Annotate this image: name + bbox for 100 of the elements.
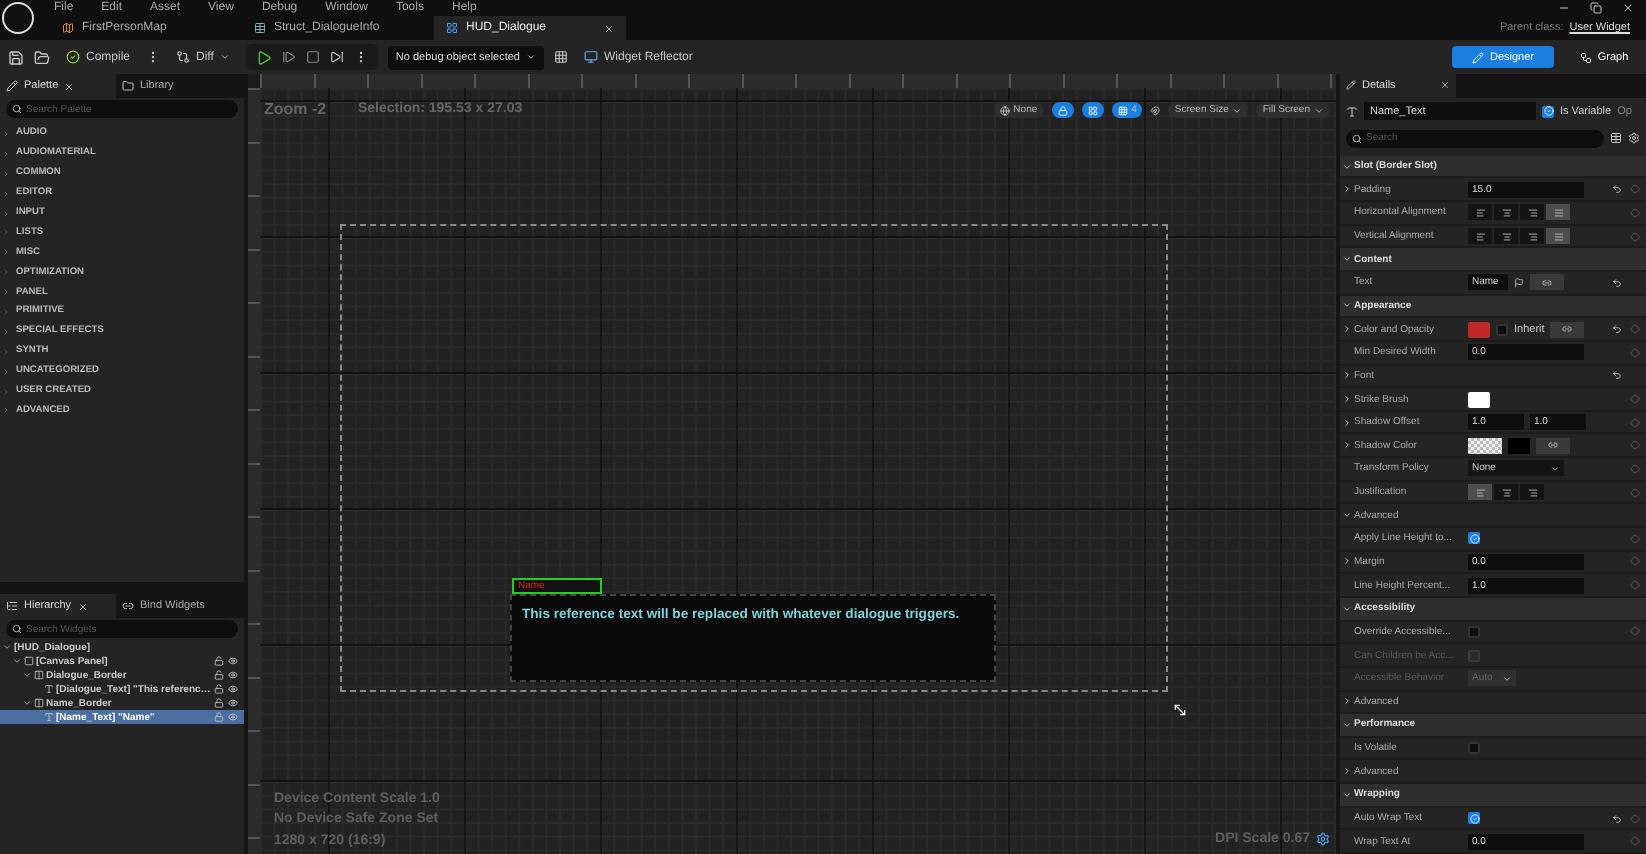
check-icon bbox=[1469, 813, 1479, 824]
color-swatch[interactable] bbox=[1468, 437, 1502, 454]
chevron-down-icon bbox=[526, 52, 536, 62]
reset-icon[interactable] bbox=[1612, 184, 1622, 195]
table-icon[interactable] bbox=[1610, 132, 1622, 145]
tab-icon bbox=[6, 600, 18, 612]
reset-icon[interactable] bbox=[1612, 813, 1622, 824]
alignment-button[interactable] bbox=[1546, 204, 1570, 221]
checkbox[interactable] bbox=[1542, 105, 1554, 118]
pencil-icon bbox=[1471, 51, 1484, 63]
reset-icon[interactable] bbox=[1612, 277, 1622, 288]
link-icon bbox=[1542, 277, 1552, 288]
layout-icon bbox=[1087, 105, 1098, 115]
alignment-icon bbox=[1501, 231, 1511, 242]
check-icon bbox=[1543, 106, 1553, 117]
alignment-button[interactable] bbox=[1468, 228, 1492, 245]
color-swatch[interactable] bbox=[1468, 321, 1490, 338]
widget-icon bbox=[34, 698, 44, 708]
checkbox[interactable] bbox=[1496, 323, 1508, 336]
link-icon bbox=[1548, 440, 1558, 451]
checkbox[interactable] bbox=[1468, 742, 1480, 755]
link-icon bbox=[1562, 324, 1573, 335]
play-icon[interactable] bbox=[255, 49, 272, 65]
alignment-button[interactable] bbox=[1494, 228, 1518, 245]
widget-icon bbox=[34, 670, 44, 680]
alignment-button[interactable] bbox=[1494, 484, 1518, 501]
settings-icon[interactable] bbox=[1316, 832, 1330, 847]
pencil-icon bbox=[1346, 80, 1356, 91]
minimize-icon[interactable] bbox=[1558, 2, 1570, 14]
tab-icon bbox=[122, 80, 134, 92]
bind-button[interactable] bbox=[1530, 274, 1564, 291]
tab-icon bbox=[254, 22, 266, 34]
check-icon bbox=[1469, 533, 1479, 544]
graph-icon bbox=[1579, 51, 1592, 63]
globe-icon bbox=[999, 105, 1010, 115]
bind-button[interactable] bbox=[1536, 437, 1570, 454]
unlock-icon[interactable] bbox=[214, 656, 224, 666]
eye-icon[interactable] bbox=[228, 670, 238, 680]
brush-swatch[interactable] bbox=[1468, 391, 1490, 407]
checkbox[interactable] bbox=[1468, 625, 1480, 638]
alignment-button[interactable] bbox=[1494, 204, 1518, 221]
alignment-icon bbox=[1501, 487, 1511, 498]
close-icon[interactable] bbox=[1622, 2, 1634, 14]
resize-handle-icon[interactable] bbox=[1172, 702, 1188, 718]
checkbox[interactable] bbox=[1468, 532, 1480, 545]
lock-icon bbox=[1057, 105, 1068, 115]
check-icon bbox=[66, 50, 80, 64]
alignment-icon bbox=[1475, 207, 1485, 218]
save-icon[interactable] bbox=[8, 49, 24, 65]
alignment-button[interactable] bbox=[1468, 484, 1492, 501]
stop-icon[interactable] bbox=[305, 50, 320, 64]
alignment-icon bbox=[1527, 207, 1537, 218]
alignment-icon bbox=[1553, 207, 1563, 218]
diff-icon bbox=[176, 50, 191, 64]
alignment-button[interactable] bbox=[1520, 228, 1544, 245]
text-icon bbox=[1346, 105, 1358, 118]
settings-icon[interactable] bbox=[1628, 132, 1640, 145]
tab-icon bbox=[62, 22, 74, 34]
checkbox[interactable] bbox=[1468, 812, 1480, 825]
grid-icon[interactable] bbox=[554, 50, 568, 64]
step-icon[interactable] bbox=[281, 50, 296, 64]
folder-icon[interactable] bbox=[34, 49, 50, 65]
alignment-button[interactable] bbox=[1468, 204, 1492, 221]
chevron-down-icon bbox=[1314, 105, 1324, 115]
alignment-button[interactable] bbox=[1520, 204, 1544, 221]
eye-icon[interactable] bbox=[228, 698, 238, 708]
alignment-button[interactable] bbox=[1546, 228, 1570, 245]
eye-icon[interactable] bbox=[228, 684, 238, 694]
alignment-icon bbox=[1475, 231, 1485, 242]
widget-icon bbox=[24, 656, 34, 666]
chevron-down-icon bbox=[1232, 105, 1243, 115]
alignment-icon bbox=[1553, 231, 1563, 242]
chevron-down-icon bbox=[1502, 673, 1512, 684]
restore-icon[interactable] bbox=[1590, 2, 1602, 14]
reset-icon[interactable] bbox=[1612, 324, 1622, 335]
bind-button[interactable] bbox=[1550, 321, 1585, 338]
text-icon bbox=[44, 712, 54, 722]
unlock-icon[interactable] bbox=[214, 670, 224, 680]
reset-icon[interactable] bbox=[1612, 370, 1622, 381]
tab-icon bbox=[446, 22, 458, 34]
tab-icon bbox=[6, 80, 18, 92]
eye-icon[interactable] bbox=[228, 656, 238, 666]
alignment-icon bbox=[1475, 487, 1485, 498]
layout-toggle[interactable] bbox=[1081, 102, 1104, 118]
lock-toggle[interactable] bbox=[1051, 102, 1074, 118]
tab-icon bbox=[122, 600, 134, 612]
text-icon bbox=[44, 684, 54, 694]
alignment-button[interactable] bbox=[1520, 484, 1544, 501]
monitor-icon bbox=[584, 50, 598, 64]
eject-icon[interactable] bbox=[329, 50, 344, 64]
flag-icon[interactable] bbox=[1514, 277, 1524, 288]
color-swatch[interactable] bbox=[1508, 437, 1530, 454]
magnet-icon[interactable] bbox=[1150, 105, 1161, 115]
chevron-down-icon bbox=[219, 52, 230, 62]
alignment-icon bbox=[1501, 207, 1511, 218]
chevron-down-icon bbox=[1550, 463, 1560, 474]
alignment-icon bbox=[1527, 487, 1537, 498]
logo-icon[interactable] bbox=[2, 2, 34, 34]
unlock-icon[interactable] bbox=[214, 684, 224, 694]
unlock-icon[interactable] bbox=[214, 698, 224, 708]
